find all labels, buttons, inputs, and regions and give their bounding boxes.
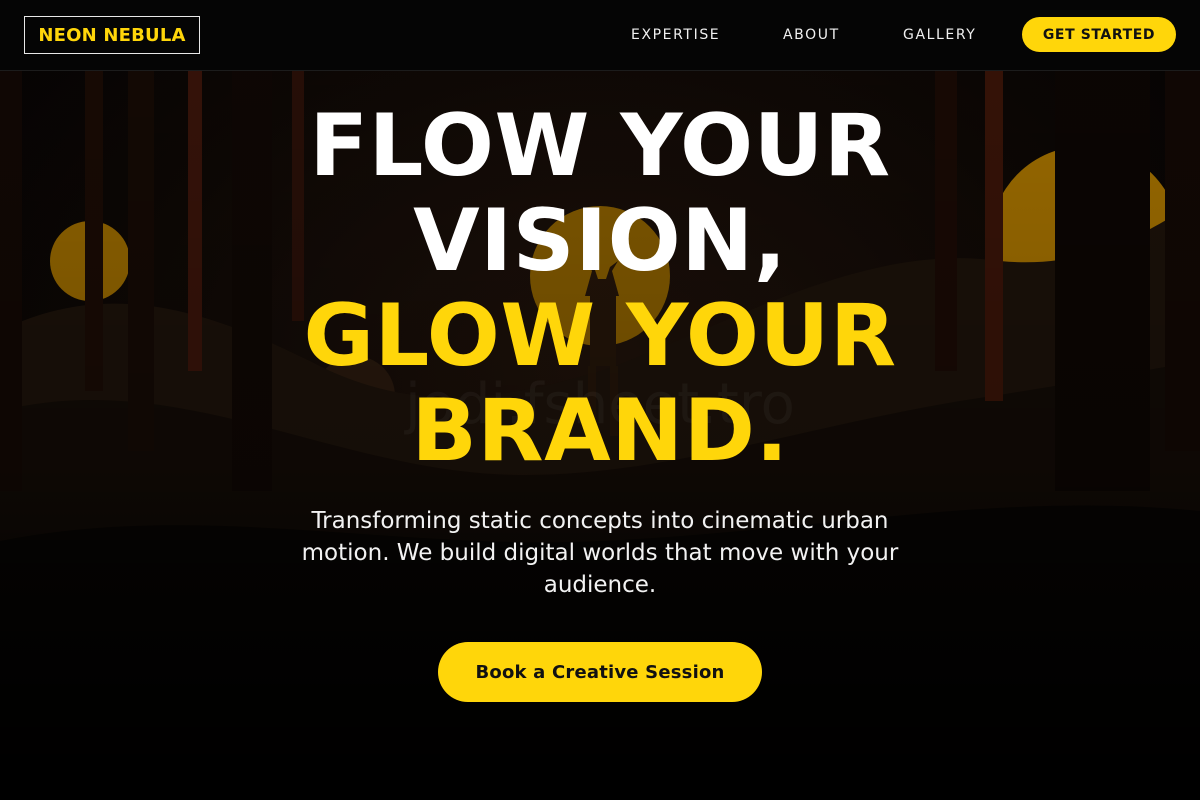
get-started-button[interactable]: GET STARTED xyxy=(1022,17,1176,52)
headline-line-3: GLOW YOUR xyxy=(303,286,897,386)
logo[interactable]: NEON NEBULA xyxy=(24,16,200,54)
hero-tagline: Transforming static concepts into cinema… xyxy=(301,508,899,598)
book-creative-session-button[interactable]: Book a Creative Session xyxy=(438,642,762,702)
hero-headline: FLOW YOUR VISION, GLOW YOUR BRAND. xyxy=(0,99,1200,479)
nav-link-gallery[interactable]: GALLERY xyxy=(903,26,976,44)
site-header: NEON NEBULA EXPERTISE ABOUT GALLERY GET … xyxy=(0,0,1200,71)
headline-line-1: FLOW YOUR xyxy=(309,96,891,196)
headline-line-4: BRAND. xyxy=(411,381,789,481)
nav-link-expertise[interactable]: EXPERTISE xyxy=(631,26,720,44)
nav-link-about[interactable]: ABOUT xyxy=(783,26,840,44)
hero-section: FLOW YOUR VISION, GLOW YOUR BRAND. Trans… xyxy=(0,71,1200,800)
headline-line-2: VISION, xyxy=(413,191,787,291)
